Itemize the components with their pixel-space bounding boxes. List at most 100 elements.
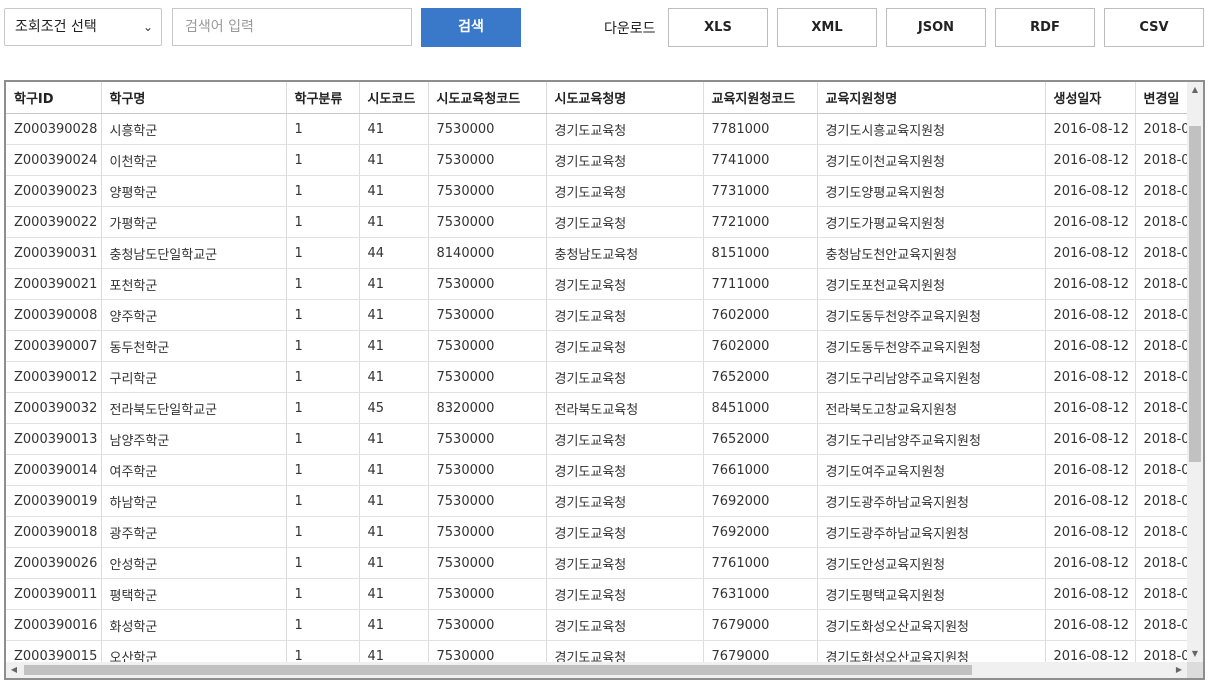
table-row[interactable]: Z000390008 양주학군 1 41 7530000 경기도교육청 7602000 경기도… — [6, 299, 1187, 331]
table-cell: 전라북도고창교육지원청 — [817, 392, 1046, 424]
vertical-scroll-thumb[interactable] — [1189, 126, 1201, 462]
vertical-scrollbar[interactable]: ▲ ▼ — [1187, 82, 1203, 662]
table-cell: 2016-08-12 — [1045, 237, 1136, 269]
table-row[interactable]: Z000390016 화성학군 1 41 7530000 경기도교육청 7679000 경기도… — [6, 609, 1187, 641]
table-row[interactable]: Z000390031 충청남도단일학교군 1 44 8140000 충청남도교육청 8151… — [6, 237, 1187, 269]
table-cell: 1 — [286, 392, 360, 424]
table-cell: 8451000 — [703, 392, 818, 424]
search-input[interactable] — [172, 8, 412, 46]
table-cell: 7530000 — [428, 547, 547, 579]
column-header[interactable]: 교육지원청명 — [817, 82, 1046, 114]
table-cell: 경기도시흥교육지원청 — [817, 113, 1046, 145]
table-cell: 7530000 — [428, 454, 547, 486]
table-row[interactable]: Z000390026 안성학군 1 41 7530000 경기도교육청 7761000 경기도… — [6, 547, 1187, 579]
table-cell: 1 — [286, 423, 360, 455]
table-row[interactable]: Z000390032 전라북도단일학교군 1 45 8320000 전라북도교육청 8451… — [6, 392, 1187, 424]
table-cell: 7679000 — [703, 609, 818, 641]
table-cell: 2018-0 — [1135, 237, 1187, 269]
table-cell: 경기도동두천양주교육지원청 — [817, 330, 1046, 362]
table-cell: 양주학군 — [101, 299, 287, 331]
table-cell: 7530000 — [428, 268, 547, 300]
table-cell: 2018-0 — [1135, 578, 1187, 610]
table-row[interactable]: Z000390013 남양주학군 1 41 7530000 경기도교육청 7652000 경기… — [6, 423, 1187, 455]
table-cell: 경기도교육청 — [546, 640, 704, 662]
table-row[interactable]: Z000390019 하남학군 1 41 7530000 경기도교육청 7692000 경기도… — [6, 485, 1187, 517]
table-row[interactable]: Z000390021 포천학군 1 41 7530000 경기도교육청 7711000 경기도… — [6, 268, 1187, 300]
table-row[interactable]: Z000390028 시흥학군 1 41 7530000 경기도교육청 7781000 경기도… — [6, 113, 1187, 145]
table-row[interactable]: Z000390007 동두천학군 1 41 7530000 경기도교육청 7602000 경기… — [6, 330, 1187, 362]
table-cell: 구리학군 — [101, 361, 287, 393]
table-row[interactable]: Z000390024 이천학군 1 41 7530000 경기도교육청 7741000 경기도… — [6, 144, 1187, 176]
download-xls-button[interactable]: XLS — [668, 8, 768, 47]
table-cell: 7692000 — [703, 516, 818, 548]
search-condition-select[interactable]: 조회조건 선택 ⌄ — [4, 8, 162, 46]
table-cell: 경기도화성오산교육지원청 — [817, 609, 1046, 641]
table-cell: 2016-08-12 — [1045, 206, 1136, 238]
table-cell: Z000390013 — [6, 423, 102, 455]
table-cell: 경기도광주하남교육지원청 — [817, 485, 1046, 517]
column-header[interactable]: 학구분류 — [286, 82, 360, 114]
table-cell: 경기도교육청 — [546, 175, 704, 207]
download-rdf-button[interactable]: RDF — [995, 8, 1095, 47]
table-cell: 7530000 — [428, 361, 547, 393]
table-cell: 2018-0 — [1135, 640, 1187, 662]
column-header[interactable]: 학구ID — [6, 82, 102, 114]
download-json-button[interactable]: JSON — [886, 8, 986, 47]
table-cell: 7530000 — [428, 206, 547, 238]
table-cell: 2018-0 — [1135, 144, 1187, 176]
table-cell: Z000390008 — [6, 299, 102, 331]
table-cell: 경기도교육청 — [546, 113, 704, 145]
column-header[interactable]: 교육지원청코드 — [703, 82, 818, 114]
table-cell: 2018-0 — [1135, 268, 1187, 300]
search-button[interactable]: 검색 — [421, 8, 521, 47]
table-row[interactable]: Z000390011 평택학군 1 41 7530000 경기도교육청 7631000 경기도… — [6, 578, 1187, 610]
table-cell: 7761000 — [703, 547, 818, 579]
table-cell: 충청남도단일학교군 — [101, 237, 287, 269]
table-cell: 경기도교육청 — [546, 330, 704, 362]
table-cell: 41 — [359, 578, 429, 610]
column-header[interactable]: 생성일자 — [1045, 82, 1136, 114]
horizontal-scroll-thumb[interactable] — [24, 665, 972, 675]
table-cell: 2018-0 — [1135, 175, 1187, 207]
table-row[interactable]: Z000390022 가평학군 1 41 7530000 경기도교육청 7721000 경기도… — [6, 206, 1187, 238]
column-header[interactable]: 시도코드 — [359, 82, 429, 114]
table-cell: 7652000 — [703, 361, 818, 393]
arrow-down-icon[interactable]: ▼ — [1187, 646, 1203, 662]
table-row[interactable]: Z000390018 광주학군 1 41 7530000 경기도교육청 7692000 경기도… — [6, 516, 1187, 548]
arrow-up-icon[interactable]: ▲ — [1187, 82, 1203, 98]
column-header[interactable]: 변경일 — [1135, 82, 1187, 114]
table-cell: Z000390014 — [6, 454, 102, 486]
table-cell: 경기도구리남양주교육지원청 — [817, 423, 1046, 455]
table-cell: Z000390028 — [6, 113, 102, 145]
table-cell: 경기도교육청 — [546, 516, 704, 548]
table-cell: Z000390023 — [6, 175, 102, 207]
download-xml-button[interactable]: XML — [777, 8, 877, 47]
table-cell: 7741000 — [703, 144, 818, 176]
arrow-left-icon[interactable]: ◀ — [6, 662, 22, 678]
table-row[interactable]: Z000390023 양평학군 1 41 7530000 경기도교육청 7731000 경기도… — [6, 175, 1187, 207]
table-cell: 7661000 — [703, 454, 818, 486]
data-grid: 학구ID 학구명 학구분류 시도코드 시도교육청코드 시도교육청명 교육지원청코드 교육지원청… — [4, 80, 1205, 680]
arrow-right-icon[interactable]: ▶ — [1171, 662, 1187, 678]
table-row[interactable]: Z000390015 오산학군 1 41 7530000 경기도교육청 7679000 경기도… — [6, 640, 1187, 662]
table-cell: 화성학군 — [101, 609, 287, 641]
table-row[interactable]: Z000390014 여주학군 1 41 7530000 경기도교육청 7661000 경기도… — [6, 454, 1187, 486]
table-cell: 2018-0 — [1135, 299, 1187, 331]
table-cell: 경기도교육청 — [546, 144, 704, 176]
column-header[interactable]: 시도교육청명 — [546, 82, 704, 114]
table-cell: Z000390032 — [6, 392, 102, 424]
table-cell: 2016-08-12 — [1045, 268, 1136, 300]
column-header[interactable]: 시도교육청코드 — [428, 82, 547, 114]
table-cell: 경기도이천교육지원청 — [817, 144, 1046, 176]
table-cell: 7781000 — [703, 113, 818, 145]
horizontal-scrollbar[interactable]: ◀ ▶ — [6, 662, 1187, 678]
table-cell: Z000390026 — [6, 547, 102, 579]
table-cell: 경기도동두천양주교육지원청 — [817, 299, 1046, 331]
table-cell: 여주학군 — [101, 454, 287, 486]
table-row[interactable]: Z000390012 구리학군 1 41 7530000 경기도교육청 7652000 경기도… — [6, 361, 1187, 393]
table-cell: 41 — [359, 268, 429, 300]
table-cell: 2016-08-12 — [1045, 578, 1136, 610]
download-csv-button[interactable]: CSV — [1104, 8, 1204, 47]
table-cell: 1 — [286, 330, 360, 362]
column-header[interactable]: 학구명 — [101, 82, 287, 114]
